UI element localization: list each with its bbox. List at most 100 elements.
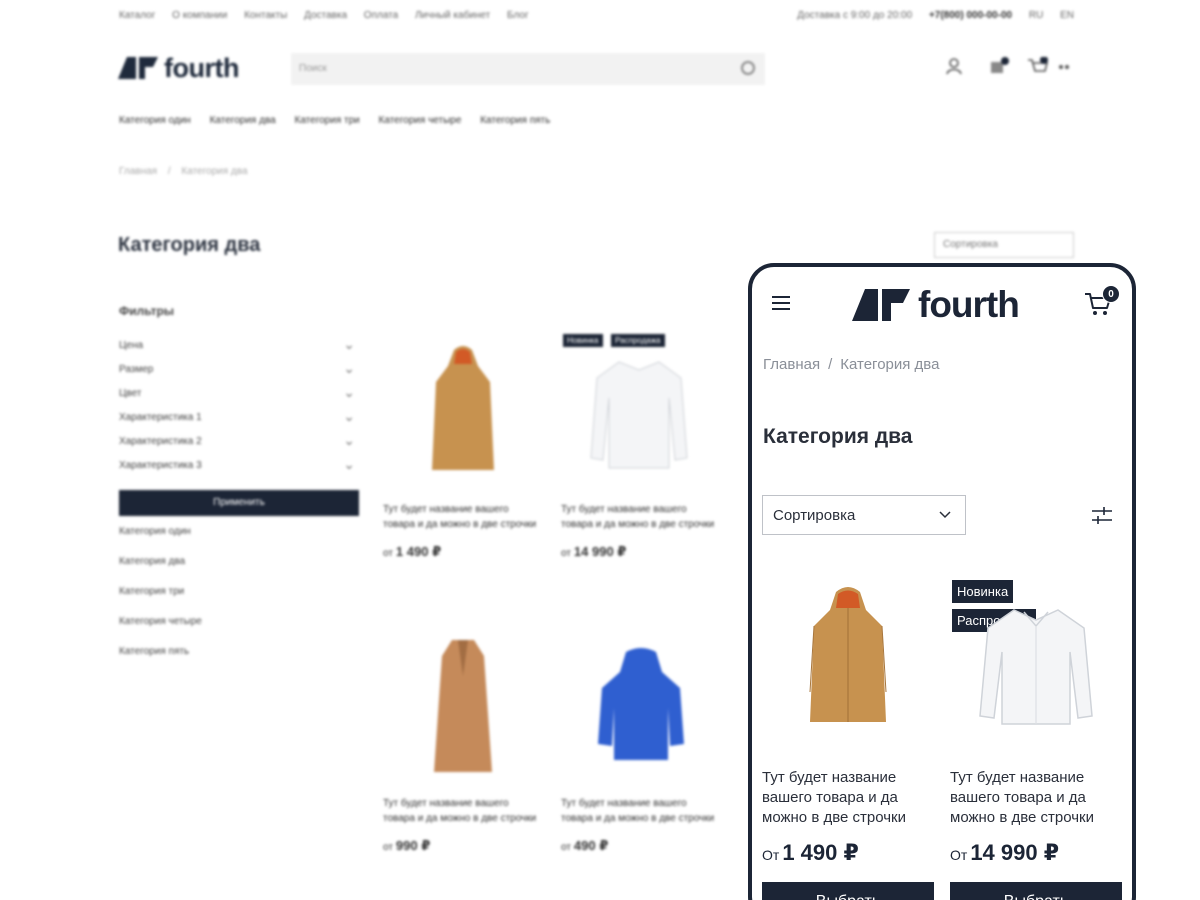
filter-category[interactable]: Категория пять	[119, 646, 359, 676]
raincoat-icon	[432, 346, 494, 470]
product-image[interactable]: Новинка Распродажа	[561, 334, 721, 482]
topbar-link[interactable]: Блог	[507, 10, 529, 21]
desktop-product-card[interactable]: Тут будет название вашего товара и да мо…	[383, 342, 543, 560]
filter-category[interactable]: Категория три	[119, 586, 359, 616]
product-price: от 990 ₽	[383, 838, 431, 853]
product-name[interactable]: Тут будет название вашего товара и да мо…	[383, 796, 543, 826]
desktop-search-input[interactable]: Поиск	[291, 53, 765, 85]
category-nav-item[interactable]: Категория четыре	[379, 115, 462, 126]
sort-select[interactable]: Сортировка	[762, 495, 966, 535]
filter-settings-icon[interactable]	[1092, 507, 1112, 525]
apply-filters-button[interactable]: Применить	[119, 490, 359, 516]
mobile-logo[interactable]: fourth	[852, 284, 1020, 325]
cart-button[interactable]: 0	[1084, 285, 1120, 319]
logo-wordmark: fourth	[918, 284, 1020, 325]
category-nav-item[interactable]: Категория один	[119, 115, 191, 126]
filter-category[interactable]: Категория два	[119, 556, 359, 586]
desktop-page-title: Категория два	[118, 234, 261, 256]
filters-heading: Фильтры	[119, 304, 175, 318]
page-title: Категория два	[763, 425, 913, 448]
desktop-header-icons	[945, 55, 1075, 79]
logo-mark-icon	[118, 57, 158, 79]
breadcrumb-current: Категория два	[840, 356, 940, 373]
filter-row[interactable]: Цвет	[119, 384, 359, 412]
price-value: 14 990 ₽	[970, 840, 1060, 865]
chevron-down-icon	[939, 511, 951, 519]
category-nav-item[interactable]: Категория пять	[480, 115, 550, 126]
logo-wordmark: fourth	[164, 52, 239, 83]
desktop-sort-select[interactable]: Сортировка	[934, 232, 1074, 258]
desktop-product-card[interactable]: Тут будет название вашего товара и да мо…	[561, 636, 721, 854]
topbar-link[interactable]: Оплата	[364, 10, 398, 21]
select-button[interactable]: Выбрать	[950, 882, 1122, 900]
sort-select-label: Сортировка	[773, 507, 856, 524]
lang-en[interactable]: EN	[1060, 10, 1074, 21]
breadcrumb-home[interactable]: Главная	[763, 356, 820, 373]
search-icon[interactable]	[741, 61, 755, 75]
product-image[interactable]	[762, 572, 934, 742]
topbar-link[interactable]: Личный кабинет	[415, 10, 490, 21]
desktop-cart-icon[interactable]	[1027, 56, 1073, 75]
category-nav-item[interactable]: Категория три	[295, 115, 360, 126]
mobile-header: fourth 0	[752, 267, 1132, 343]
hamburger-menu-icon[interactable]	[772, 296, 790, 310]
product-price: от 490 ₽	[561, 838, 609, 853]
topbar-link[interactable]: Контакты	[244, 10, 287, 21]
product-image[interactable]	[383, 342, 543, 482]
raincoat-icon	[809, 587, 887, 722]
filter-row[interactable]: Характеристика 2	[119, 432, 359, 460]
badge-new: Новинка	[563, 334, 603, 347]
topbar-link[interactable]: О компании	[172, 10, 227, 21]
compare-icon[interactable]	[990, 57, 1009, 75]
product-price: от 14 990 ₽	[561, 544, 627, 559]
user-icon[interactable]	[945, 57, 963, 75]
filter-row[interactable]: Характеристика 1	[119, 408, 359, 436]
select-button[interactable]: Выбрать	[762, 882, 934, 900]
desktop-category-nav: Категория один Категория два Категория т…	[119, 115, 566, 126]
delivery-hours: Доставка с 9:00 до 20:00	[797, 10, 913, 21]
breadcrumb-separator: /	[828, 356, 833, 373]
desktop-product-card[interactable]: Новинка Распродажа Тут будет название ва…	[561, 334, 721, 560]
search-placeholder: Поиск	[299, 63, 327, 74]
product-name[interactable]: Тут будет название вашего товара и да мо…	[950, 768, 1122, 828]
product-name[interactable]: Тут будет название вашего товара и да мо…	[561, 796, 721, 826]
product-card[interactable]: Тут будет название вашего товара и да мо…	[762, 572, 934, 900]
mobile-phone-frame: fourth 0 Главная / Категория два Категория…	[748, 263, 1136, 900]
breadcrumb-home[interactable]: Главная	[119, 166, 157, 177]
badge-new: Новинка	[952, 580, 1014, 603]
product-name[interactable]: Тут будет название вашего товара и да мо…	[762, 768, 934, 828]
product-price: от 1 490 ₽	[383, 544, 442, 559]
badge-sale: Распродажа	[611, 334, 665, 347]
coat-icon	[434, 640, 492, 772]
phone-number[interactable]: +7(800) 000-00-00	[929, 10, 1012, 21]
product-price: От 14 990 ₽	[950, 840, 1122, 868]
product-image[interactable]	[383, 636, 543, 776]
price-prefix: От	[950, 847, 968, 863]
filter-row[interactable]: Цена	[119, 336, 359, 364]
shirt-icon	[590, 361, 688, 469]
product-image[interactable]	[561, 636, 721, 776]
filter-category[interactable]: Категория четыре	[119, 616, 359, 646]
desktop-product-card[interactable]: Тут будет название вашего товара и да мо…	[383, 636, 543, 854]
category-nav-item[interactable]: Категория два	[210, 115, 276, 126]
topbar-link[interactable]: Каталог	[119, 10, 155, 21]
filter-row[interactable]: Характеристика 3	[119, 456, 359, 484]
price-value: 1 490 ₽	[782, 840, 859, 865]
cart-count-badge: 0	[1102, 285, 1120, 303]
desktop-breadcrumb: Главная / Категория два	[119, 166, 248, 177]
desktop-logo[interactable]: fourth	[118, 52, 239, 83]
product-name[interactable]: Тут будет название вашего товара и да мо…	[383, 502, 543, 532]
topbar-link[interactable]: Доставка	[304, 10, 347, 21]
lang-ru[interactable]: RU	[1029, 10, 1043, 21]
product-name[interactable]: Тут будет название вашего товара и да мо…	[561, 502, 721, 532]
hoodie-icon	[598, 648, 684, 760]
shirt-icon	[979, 609, 1093, 725]
desktop-topbar: Каталог О компании Контакты Доставка Опл…	[119, 10, 1074, 24]
product-image[interactable]: Новинка Распродажа	[950, 572, 1122, 742]
filter-category[interactable]: Категория один	[119, 526, 359, 556]
product-price: От 1 490 ₽	[762, 840, 934, 868]
breadcrumb-current: Категория два	[181, 166, 248, 177]
product-card[interactable]: Новинка Распродажа Тут будет название ва…	[950, 572, 1122, 900]
filter-row[interactable]: Размер	[119, 360, 359, 388]
breadcrumb: Главная / Категория два	[763, 356, 939, 373]
